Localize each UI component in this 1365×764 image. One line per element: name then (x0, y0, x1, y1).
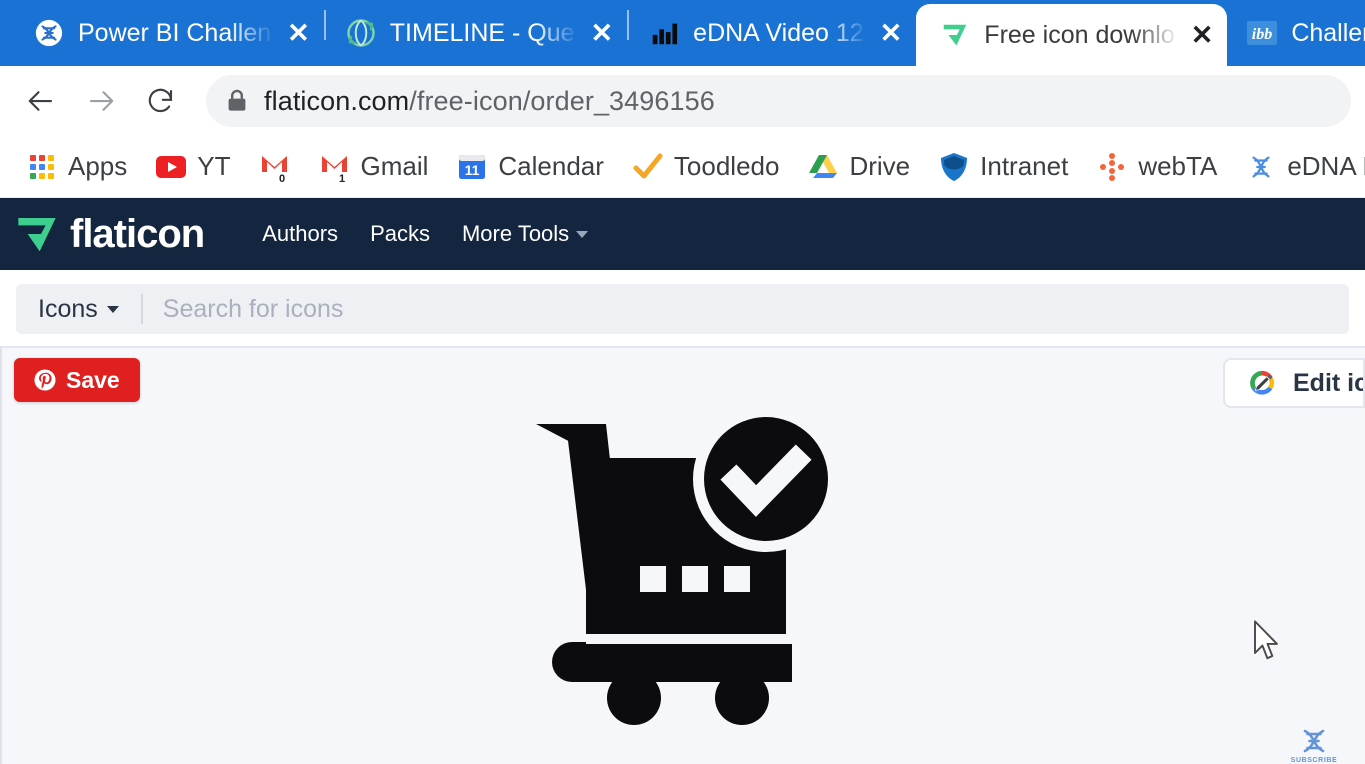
nav-label: Packs (370, 221, 430, 246)
padlock-icon (226, 89, 248, 113)
nav-link-authors[interactable]: Authors (246, 221, 354, 247)
site-header: flaticon Authors Packs More Tools (0, 198, 1365, 270)
bookmark-calendar[interactable]: 11 Calendar (442, 145, 618, 189)
ibb-icon: ibb (1245, 16, 1279, 50)
apps-grid-icon (26, 151, 58, 183)
search-category-label: Icons (38, 294, 98, 323)
browser-tab-power-bi[interactable]: Power BI Challen ✕ (14, 0, 324, 66)
bookmark-toodledo[interactable]: Toodledo (618, 145, 794, 189)
svg-text:ibb: ibb (1252, 26, 1272, 43)
flaticon-logo-icon (938, 18, 972, 52)
forward-button[interactable] (74, 74, 128, 128)
back-button[interactable] (14, 74, 68, 128)
search-bar-region: Icons (0, 270, 1365, 346)
bookmark-label: Apps (68, 151, 128, 181)
bookmark-label: webTA (1138, 151, 1218, 181)
browser-tab-timeline[interactable]: TIMELINE - Que ✕ (326, 0, 627, 66)
search-input[interactable] (142, 284, 1349, 334)
address-bar[interactable]: flaticon.com/free-icon/order_3496156 (206, 75, 1351, 127)
flaticon-page: flaticon Authors Packs More Tools Icons (0, 198, 1365, 764)
tab-close-button[interactable]: ✕ (287, 19, 310, 47)
globe-refresh-icon (344, 16, 378, 50)
url-host: flaticon.com (264, 85, 410, 116)
dna-helix-icon (32, 16, 66, 50)
bookmark-label: Gmail (360, 151, 429, 181)
bookmark-gmail[interactable]: 1 Gmail (305, 145, 443, 189)
bookmark-youtube[interactable]: YT (141, 145, 244, 189)
nav-label: Authors (262, 221, 339, 246)
icon-preview-stage (2, 406, 1365, 731)
flaticon-logo-icon (14, 214, 60, 254)
flaticon-brand[interactable]: flaticon (14, 211, 205, 257)
search-bar: Icons (16, 284, 1349, 334)
bookmark-webta[interactable]: webTA (1082, 145, 1231, 189)
svg-text:0: 0 (279, 173, 285, 182)
bookmark-drive[interactable]: Drive (793, 145, 924, 189)
content-divider (2, 346, 1365, 348)
bookmark-label: Intranet (980, 151, 1069, 181)
url-text: flaticon.com/free-icon/order_3496156 (264, 86, 715, 117)
bookmark-intranet[interactable]: Intranet (924, 145, 1082, 189)
noaa-shield-icon (938, 151, 970, 183)
nav-link-more-tools[interactable]: More Tools (446, 221, 604, 247)
tab-title: Free icon downlo (984, 20, 1175, 49)
brand-wordmark: flaticon (70, 211, 205, 256)
bar-chart-icon (647, 16, 681, 50)
pinterest-save-button[interactable]: Save (14, 358, 140, 402)
dna-helix-icon (1297, 726, 1331, 756)
gmail-icon: 1 (319, 151, 351, 183)
tab-title: Power BI Challen (78, 18, 272, 47)
tab-close-button[interactable]: ✕ (880, 19, 903, 47)
browser-tab-edna-video[interactable]: eDNA Video 12 ✕ (629, 0, 916, 66)
nav-link-packs[interactable]: Packs (354, 221, 446, 247)
svg-text:1: 1 (339, 173, 345, 182)
pinterest-save-label: Save (66, 366, 120, 393)
bookmark-label: Calendar (498, 151, 604, 181)
calendar-icon: 11 (456, 151, 488, 183)
edit-icon-button[interactable]: Edit icon (1223, 358, 1365, 408)
pencil-icon (1247, 368, 1277, 398)
gmail-icon: 0 (259, 151, 291, 183)
bookmark-label: eDNA M (1287, 151, 1365, 181)
bookmark-gmail-0[interactable]: 0 (245, 145, 305, 189)
checkmark-icon (632, 151, 664, 183)
chevron-down-icon (576, 230, 589, 238)
orange-dots-icon (1096, 151, 1128, 183)
bookmark-label: YT (197, 151, 231, 181)
tab-title: TIMELINE - Que (389, 18, 575, 47)
nav-label: More Tools (461, 221, 570, 246)
browser-toolbar: flaticon.com/free-icon/order_3496156 (0, 66, 1365, 136)
youtube-icon (155, 151, 187, 183)
google-drive-icon (807, 151, 839, 183)
browser-window: Power BI Challen ✕ TIMELINE - Que ✕ eDNA… (0, 0, 1365, 764)
shopping-cart-check-icon (524, 406, 844, 731)
tab-close-button[interactable]: ✕ (1191, 21, 1214, 49)
bookmark-label: Toodledo (673, 151, 780, 181)
bookmark-apps[interactable]: Apps (12, 145, 141, 189)
edit-icon-label: Edit icon (1293, 368, 1363, 397)
bookmarks-bar: Apps YT 0 1 Gmail 11 Calendar Toodledo D… (0, 136, 1365, 198)
chevron-down-icon (106, 305, 119, 313)
tab-title: Challenge 1 (1291, 18, 1365, 47)
tab-title: eDNA Video 12 (693, 18, 864, 47)
icon-detail-content: Save Edit icon (0, 346, 1365, 764)
bookmark-label: Drive (849, 151, 911, 181)
tab-close-button[interactable]: ✕ (591, 19, 614, 47)
tab-strip: Power BI Challen ✕ TIMELINE - Que ✕ eDNA… (0, 0, 1365, 66)
url-path: /free-icon/order_3496156 (409, 85, 715, 116)
dna-helix-icon (1245, 151, 1277, 183)
bookmark-edna[interactable]: eDNA M (1231, 145, 1365, 189)
pinterest-icon (34, 369, 56, 391)
svg-text:11: 11 (465, 162, 480, 178)
subscribe-label: SUBSCRIBE (1290, 757, 1338, 764)
browser-tab-flaticon-active[interactable]: Free icon downlo ✕ (916, 4, 1228, 66)
search-category-dropdown[interactable]: Icons (16, 295, 141, 324)
reload-button[interactable] (134, 74, 188, 128)
browser-tab-challenge[interactable]: ibb Challenge 1 (1227, 0, 1365, 66)
subscribe-watermark[interactable]: SUBSCRIBE (1285, 726, 1343, 764)
